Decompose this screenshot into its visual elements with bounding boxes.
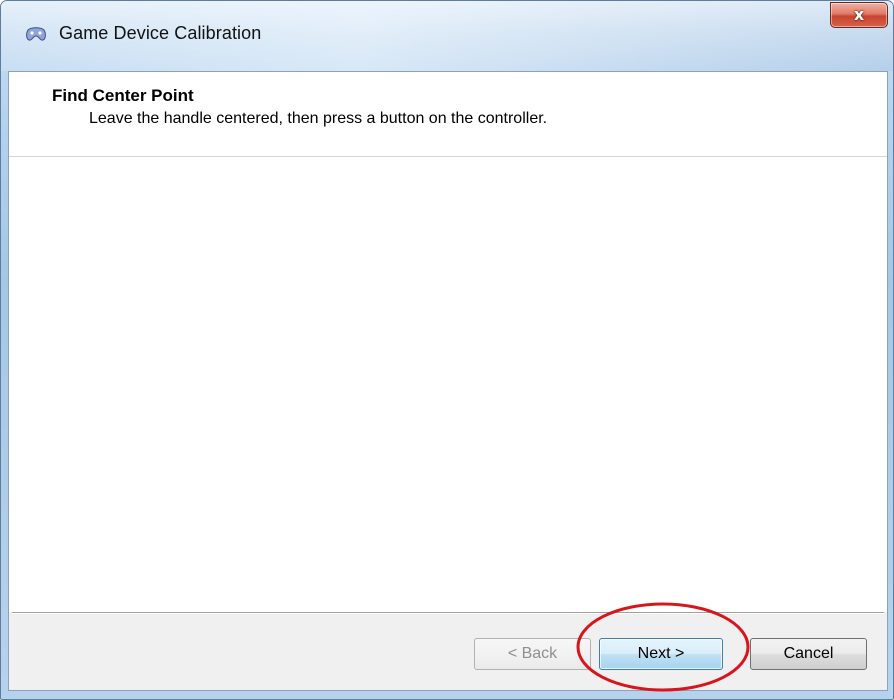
page-instructions: Leave the handle centered, then press a … <box>89 110 548 127</box>
calibration-content-area <box>9 157 887 612</box>
cancel-button-label: Cancel <box>783 645 834 662</box>
wizard-header: Find Center Point Leave the handle cente… <box>9 72 887 157</box>
cancel-button[interactable]: Cancel <box>750 638 867 670</box>
title-bar[interactable]: Game Device Calibration x <box>1 1 893 71</box>
close-button[interactable]: x <box>830 2 888 28</box>
next-button-label: Next > <box>637 645 685 662</box>
dialog-window: Game Device Calibration x Find Center Po… <box>0 0 894 700</box>
next-button[interactable]: Next > <box>599 638 723 670</box>
page-title: Find Center Point <box>52 86 194 105</box>
gamepad-icon <box>25 26 47 42</box>
window-title: Game Device Calibration <box>59 23 262 43</box>
back-button-label: < Back <box>507 645 558 662</box>
back-button[interactable]: < Back <box>474 638 591 670</box>
close-icon: x <box>853 5 865 24</box>
button-separator <box>12 612 884 614</box>
dialog-client-area: Find Center Point Leave the handle cente… <box>8 71 888 691</box>
